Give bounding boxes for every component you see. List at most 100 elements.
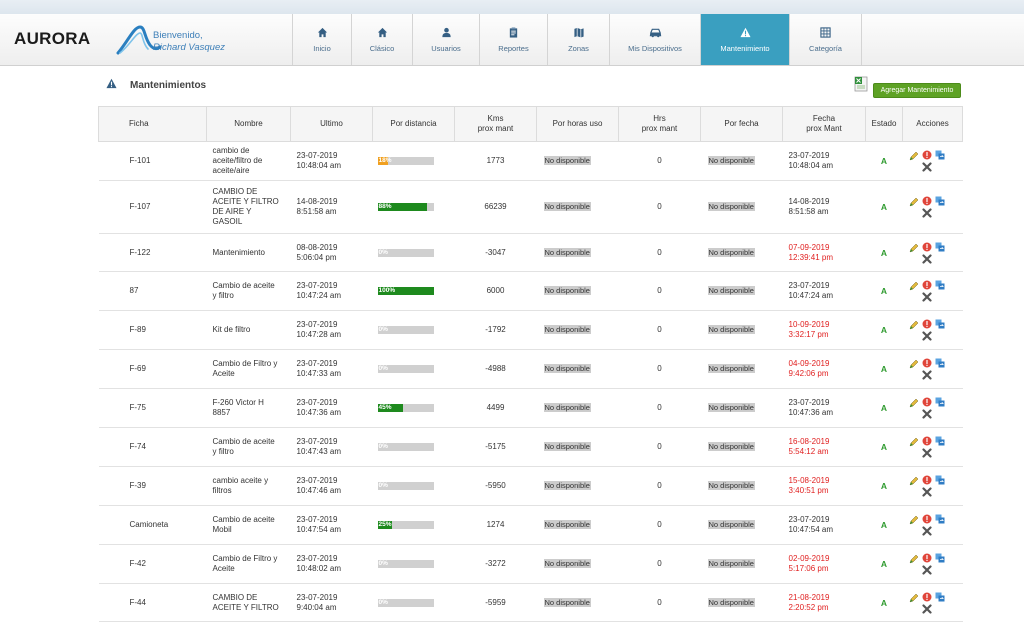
edit-pencil-icon[interactable]	[909, 359, 919, 369]
delete-icon[interactable]	[921, 565, 932, 575]
alert-icon[interactable]	[922, 280, 932, 290]
table-row[interactable]: F-39 cambio aceite y filtros 23-07-2019 10:4…	[98, 467, 963, 506]
alert-icon[interactable]	[922, 514, 932, 524]
cell-kms-prox-mant: -5175	[485, 442, 506, 451]
delete-icon[interactable]	[921, 292, 932, 302]
header-ficha[interactable]: Ficha	[98, 106, 207, 142]
text-line: 02-09-2019	[788, 554, 830, 563]
sync-icon[interactable]	[935, 553, 945, 563]
table-row[interactable]: F-107 CAMBIO DE ACEITE Y FILTRO DE AIRE Y GA…	[98, 181, 963, 234]
edit-pencil-icon[interactable]	[909, 243, 919, 253]
progress-bar: 0%	[377, 443, 434, 451]
edit-pencil-icon[interactable]	[909, 437, 919, 447]
delete-icon[interactable]	[921, 162, 932, 172]
delete-icon[interactable]	[921, 331, 932, 341]
cell-hrs-prox-mant: 0	[657, 597, 662, 607]
not-available-badge: No disponible	[543, 597, 591, 607]
header-fecha-prox-mant[interactable]: Fecha prox Mant	[782, 106, 866, 142]
edit-pencil-icon[interactable]	[909, 515, 919, 525]
cell-por-distancia: 0%	[373, 311, 455, 350]
alert-icon[interactable]	[922, 397, 932, 407]
alert-icon[interactable]	[922, 358, 932, 368]
sync-icon[interactable]	[935, 196, 945, 206]
table-row[interactable]: F-75 F-260 Victor H 8857 23-07-2019 10:47:36…	[98, 389, 963, 428]
nav-item-clasico[interactable]: Clásico	[351, 14, 412, 65]
alert-icon[interactable]	[922, 319, 932, 329]
sync-icon[interactable]	[935, 436, 945, 446]
nav-item-categoria[interactable]: Categoría	[789, 14, 862, 65]
edit-pencil-icon[interactable]	[909, 476, 919, 486]
header-estado[interactable]: Estado	[865, 106, 903, 142]
alert-icon[interactable]	[922, 553, 932, 563]
text-line: 21-08-2019	[788, 592, 830, 602]
edit-pencil-icon[interactable]	[909, 151, 919, 161]
table-row[interactable]: F-44 CAMBIO DE ACEITE Y FILTRO 23-07-2019 9:…	[98, 584, 963, 622]
user-name[interactable]: Richard Vasquez	[153, 42, 225, 54]
header-por-distancia[interactable]: Por distancia	[372, 106, 455, 142]
edit-pencil-icon[interactable]	[909, 398, 919, 408]
table-row[interactable]: F-101 cambio de aceite/filtro de aceite/air…	[98, 142, 963, 181]
text-line: 23-07-2019	[296, 151, 338, 160]
cell-kms-prox-mant: 1773	[486, 156, 505, 165]
alert-icon[interactable]	[922, 242, 932, 252]
nav-item-reportes[interactable]: Reportes	[479, 14, 547, 65]
cell-hrs-prox-mant: 0	[657, 325, 662, 334]
edit-pencil-icon[interactable]	[909, 281, 919, 291]
add-maintenance-button[interactable]: Agregar Mantenimiento	[873, 83, 961, 98]
cell-ultimo: 23-07-2019 10:47:54 am	[291, 506, 373, 545]
delete-icon[interactable]	[921, 603, 932, 614]
table-row[interactable]: F-69 Cambio de Filtro y Aceite 23-07-2019 10…	[98, 350, 963, 389]
table-row[interactable]: 87 Cambio de aceite y filtro 23-07-2019 10:4…	[98, 272, 963, 311]
cell-hrs-prox-mant: 0	[657, 403, 662, 412]
text-line: 23-07-2019	[296, 398, 338, 407]
progress-label: 18%	[378, 157, 392, 164]
edit-pencil-icon[interactable]	[909, 320, 919, 330]
header-kms-prox-mant[interactable]: Kms prox mant	[454, 106, 537, 142]
sync-icon[interactable]	[935, 319, 945, 329]
header-por-fecha[interactable]: Por fecha	[700, 106, 783, 142]
sync-icon[interactable]	[935, 475, 945, 485]
header-nombre[interactable]: Nombre	[206, 106, 291, 142]
alert-icon[interactable]	[922, 475, 932, 485]
table-row[interactable]: F-74 Cambio de aceite y filtro 23-07-2019 10…	[98, 428, 963, 467]
delete-icon[interactable]	[921, 409, 932, 419]
header-por-horas-uso[interactable]: Por horas uso	[536, 106, 619, 142]
cell-estado: A	[880, 247, 888, 258]
alert-icon[interactable]	[922, 196, 932, 206]
table-row[interactable]: Camioneta Cambio de aceite Mobil 23-07-2019…	[98, 506, 963, 545]
table-row[interactable]: F-122 Mantenimiento 08-08-2019 5:06:04 pm 0%…	[98, 234, 963, 272]
nav-item-zonas[interactable]: Zonas	[547, 14, 609, 65]
edit-pencil-icon[interactable]	[909, 197, 919, 207]
delete-icon[interactable]	[921, 208, 932, 218]
header-hrs-prox-mant[interactable]: Hrs prox mant	[618, 106, 701, 142]
sync-icon[interactable]	[935, 280, 945, 290]
sync-icon[interactable]	[935, 397, 945, 407]
edit-pencil-icon[interactable]	[909, 554, 919, 564]
edit-pencil-icon[interactable]	[909, 593, 919, 603]
table-row[interactable]: F-89 Kit de filtro 23-07-2019 10:47:28 am 0%…	[98, 311, 963, 350]
nav-item-inicio[interactable]: Inicio	[292, 14, 351, 65]
delete-icon[interactable]	[921, 448, 932, 458]
sync-icon[interactable]	[935, 150, 945, 160]
sync-icon[interactable]	[935, 358, 945, 368]
delete-icon[interactable]	[921, 526, 932, 536]
sync-icon[interactable]	[935, 242, 945, 252]
delete-icon[interactable]	[921, 370, 932, 380]
table-row[interactable]: F-42 Cambio de Filtro y Aceite 23-07-2019 10…	[98, 545, 963, 584]
text-line: 3:40:51 pm	[788, 486, 829, 495]
text-line: 10:47:54 am	[788, 525, 833, 534]
sync-icon[interactable]	[935, 592, 945, 602]
delete-icon[interactable]	[921, 487, 932, 497]
excel-export-icon[interactable]	[854, 76, 868, 92]
alert-icon[interactable]	[922, 592, 932, 602]
text-line: 23-07-2019	[296, 515, 338, 524]
nav-item-usuarios[interactable]: Usuarios	[412, 14, 479, 65]
alert-icon[interactable]	[922, 436, 932, 446]
nav-item-mis-dispositivos[interactable]: Mis Dispositivos	[609, 14, 700, 65]
header-ultimo[interactable]: Ultimo	[290, 106, 373, 142]
delete-icon[interactable]	[921, 253, 932, 264]
nav-item-mantenimiento[interactable]: Mantenimiento	[700, 14, 789, 65]
sync-icon[interactable]	[935, 514, 945, 524]
cell-estado: A	[880, 156, 888, 166]
alert-icon[interactable]	[922, 150, 932, 160]
